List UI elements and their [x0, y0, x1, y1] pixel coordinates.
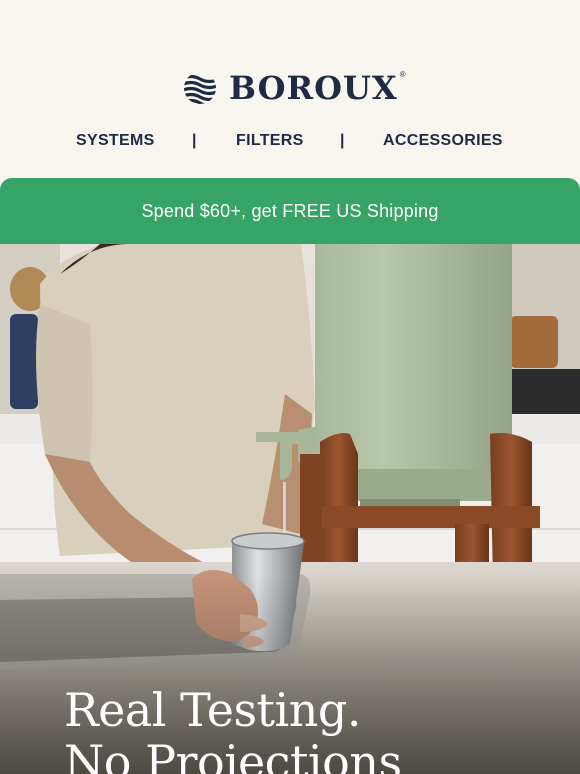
nav-item-filters[interactable]: FILTERS — [236, 128, 304, 154]
registered-mark: ® — [399, 70, 406, 79]
email-header: BOROUX ® SYSTEMS | FILTERS | ACCESSORIES — [0, 0, 580, 180]
brand-name: BOROUX — [229, 69, 398, 107]
hero-title: Real Testing. No Projections — [64, 684, 402, 774]
main-nav: SYSTEMS | FILTERS | ACCESSORIES — [0, 128, 580, 154]
nav-item-accessories[interactable]: ACCESSORIES — [383, 128, 503, 154]
brand-logo[interactable]: BOROUX ® — [183, 68, 406, 108]
nav-separator: | — [192, 132, 197, 149]
hero-section[interactable]: Real Testing. No Projections — [0, 244, 580, 774]
waves-globe-icon — [184, 74, 216, 104]
nav-separator: | — [340, 132, 345, 149]
shipping-banner[interactable]: Spend $60+, get FREE US Shipping — [0, 178, 580, 244]
hero-title-line-2: No Projections — [64, 735, 402, 774]
hero-title-line-1: Real Testing. — [64, 683, 361, 737]
nav-item-systems[interactable]: SYSTEMS — [76, 128, 155, 154]
shipping-banner-text: Spend $60+, get FREE US Shipping — [141, 200, 439, 221]
